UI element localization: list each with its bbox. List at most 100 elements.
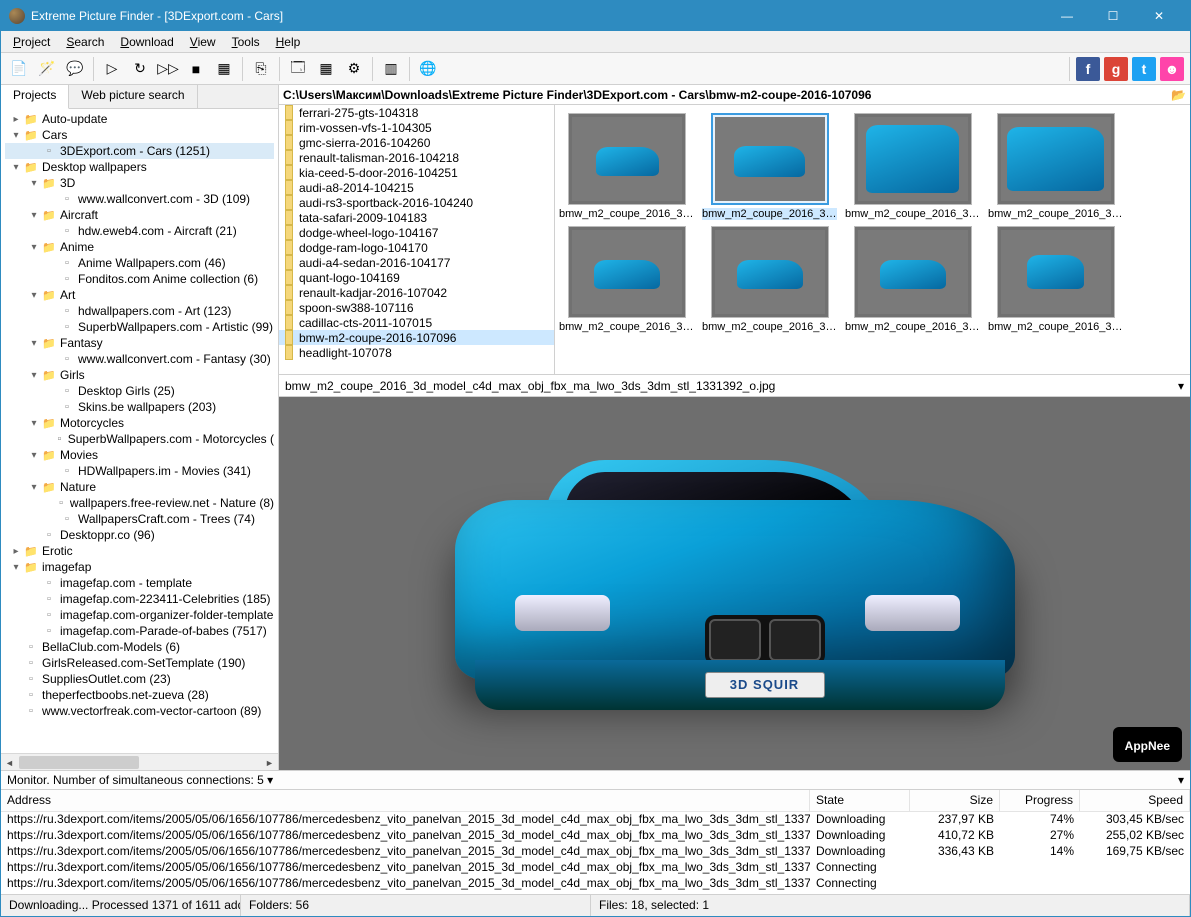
tree-item[interactable]: ▫www.vectorfreak.com-vector-cartoon (89) <box>5 703 274 719</box>
folder-item[interactable]: ferrari-275-gts-104318 <box>279 105 554 120</box>
tree-item[interactable]: ▾📁Desktop wallpapers <box>5 159 274 175</box>
project-tree[interactable]: ▸📁Auto-update▾📁Cars▫3DExport.com - Cars … <box>1 109 278 753</box>
play-button[interactable]: ▷ <box>100 57 124 81</box>
tree-item[interactable]: ▫HDWallpapers.im - Movies (341) <box>5 463 274 479</box>
tree-item[interactable]: ▫www.wallconvert.com - 3D (109) <box>5 191 274 207</box>
menu-view[interactable]: View <box>184 33 222 51</box>
tree-item[interactable]: ▾📁imagefap <box>5 559 274 575</box>
folder-item[interactable]: audi-a8-2014-104215 <box>279 180 554 195</box>
chevron-down-icon[interactable]: ▾ <box>1178 773 1184 787</box>
tree-item[interactable]: ▫hdw.eweb4.com - Aircraft (21) <box>5 223 274 239</box>
folder-item[interactable]: kia-ceed-5-door-2016-104251 <box>279 165 554 180</box>
close-button[interactable]: ✕ <box>1136 1 1182 31</box>
folder-item[interactable]: dodge-wheel-logo-104167 <box>279 225 554 240</box>
tree-item[interactable]: ▾📁Nature <box>5 479 274 495</box>
folder-item[interactable]: gmc-sierra-2016-104260 <box>279 135 554 150</box>
tree-item[interactable]: ▫wallpapers.free-review.net - Nature (8) <box>5 495 274 511</box>
tree-item[interactable]: ▫SuperbWallpapers.com - Artistic (99) <box>5 319 274 335</box>
thumbnail[interactable]: bmw_m2_coupe_2016_3d... <box>559 226 694 333</box>
thumbnail[interactable]: bmw_m2_coupe_2016_3d... <box>988 226 1123 333</box>
globe-button[interactable]: 🌐 <box>416 57 440 81</box>
tree-item[interactable]: ▫imagefap.com-organizer-folder-template <box>5 607 274 623</box>
folder-item[interactable]: renault-talisman-2016-104218 <box>279 150 554 165</box>
tree-item[interactable]: ▫www.wallconvert.com - Fantasy (30) <box>5 351 274 367</box>
thumbnail[interactable]: bmw_m2_coupe_2016_3d... <box>845 226 980 333</box>
twisty-icon[interactable]: ▾ <box>27 450 41 461</box>
monitor-bar[interactable]: Monitor. Number of simultaneous connecti… <box>1 770 1190 790</box>
reload-button[interactable]: ↻ <box>128 57 152 81</box>
thumbnail[interactable]: bmw_m2_coupe_2016_3d... <box>845 113 980 220</box>
menu-search[interactable]: Search <box>60 33 110 51</box>
twisty-icon[interactable]: ▸ <box>9 546 23 557</box>
settings-button[interactable]: ⚙ <box>342 57 366 81</box>
tree-item[interactable]: ▾📁Aircraft <box>5 207 274 223</box>
twisty-icon[interactable]: ▾ <box>27 338 41 349</box>
new-project-button[interactable]: 📄 <box>7 57 31 81</box>
tree-item[interactable]: ▾📁Movies <box>5 447 274 463</box>
face-icon[interactable]: ☻ <box>1160 57 1184 81</box>
thumbnail[interactable]: bmw_m2_coupe_2016_3d... <box>702 226 837 333</box>
open-folder-icon[interactable]: 📂 <box>1171 88 1186 102</box>
tree-item[interactable]: ▾📁Girls <box>5 367 274 383</box>
folder-item[interactable]: audi-rs3-sportback-2016-104240 <box>279 195 554 210</box>
folder-item[interactable]: audi-a4-sedan-2016-104177 <box>279 255 554 270</box>
folder-item[interactable]: renault-kadjar-2016-107042 <box>279 285 554 300</box>
download-row[interactable]: https://ru.3dexport.com/items/2005/05/06… <box>1 828 1190 844</box>
tree-item[interactable]: ▫SuppliesOutlet.com (23) <box>5 671 274 687</box>
chevron-down-icon[interactable]: ▾ <box>1178 379 1184 393</box>
tree-item[interactable]: ▾📁3D <box>5 175 274 191</box>
folder-item[interactable]: quant-logo-104169 <box>279 270 554 285</box>
grid-button[interactable]: ▥ <box>379 57 403 81</box>
menu-tools[interactable]: Tools <box>226 33 266 51</box>
menu-help[interactable]: Help <box>270 33 307 51</box>
new-window-button[interactable]: 🗔 <box>286 57 310 81</box>
tree-item[interactable]: ▫hdwallpapers.com - Art (123) <box>5 303 274 319</box>
folder-item[interactable]: dodge-ram-logo-104170 <box>279 240 554 255</box>
tree-item[interactable]: ▫imagefap.com - template <box>5 575 274 591</box>
twitter-icon[interactable]: t <box>1132 57 1156 81</box>
tree-item[interactable]: ▫Anime Wallpapers.com (46) <box>5 255 274 271</box>
tree-item[interactable]: ▫Fonditos.com Anime collection (6) <box>5 271 274 287</box>
preview-filename-bar[interactable]: bmw_m2_coupe_2016_3d_model_c4d_max_obj_f… <box>279 375 1190 397</box>
stop-button[interactable]: ■ <box>184 57 208 81</box>
twisty-icon[interactable]: ▾ <box>27 242 41 253</box>
copy-button[interactable]: ⎘ <box>249 57 273 81</box>
folder-item[interactable]: headlight-107078 <box>279 345 554 360</box>
download-row[interactable]: https://ru.3dexport.com/items/2005/05/06… <box>1 860 1190 876</box>
google-icon[interactable]: g <box>1104 57 1128 81</box>
tree-item[interactable]: ▾📁Motorcycles <box>5 415 274 431</box>
tree-item[interactable]: ▫imagefap.com-223411-Celebrities (185) <box>5 591 274 607</box>
tree-item[interactable]: ▫GirlsReleased.com-SetTemplate (190) <box>5 655 274 671</box>
minimize-button[interactable]: — <box>1044 1 1090 31</box>
tree-item[interactable]: ▾📁Fantasy <box>5 335 274 351</box>
tab-projects[interactable]: Projects <box>1 85 69 109</box>
twisty-icon[interactable]: ▾ <box>27 418 41 429</box>
thumbnail-grid[interactable]: bmw_m2_coupe_2016_3d...bmw_m2_coupe_2016… <box>555 105 1190 374</box>
subfolder-list[interactable]: ferrari-275-gts-104318rim-vossen-vfs-1-1… <box>279 105 555 374</box>
maximize-button[interactable]: ☐ <box>1090 1 1136 31</box>
tree-item[interactable]: ▸📁Erotic <box>5 543 274 559</box>
tree-item[interactable]: ▫3DExport.com - Cars (1251) <box>5 143 274 159</box>
folder-item[interactable]: spoon-sw388-107116 <box>279 300 554 315</box>
thumbnail[interactable]: bmw_m2_coupe_2016_3d... <box>559 113 694 220</box>
folder-item[interactable]: rim-vossen-vfs-1-104305 <box>279 120 554 135</box>
tree-item[interactable]: ▫imagefap.com-Parade-of-babes (7517) <box>5 623 274 639</box>
twisty-icon[interactable]: ▾ <box>9 562 23 573</box>
tree-item[interactable]: ▫BellaClub.com-Models (6) <box>5 639 274 655</box>
tree-item[interactable]: ▾📁Cars <box>5 127 274 143</box>
tree-item[interactable]: ▾📁Anime <box>5 239 274 255</box>
folder-item[interactable]: cadillac-cts-2011-107015 <box>279 315 554 330</box>
tree-item[interactable]: ▫Desktop Girls (25) <box>5 383 274 399</box>
thumbnail[interactable]: bmw_m2_coupe_2016_3d... <box>702 113 837 220</box>
twisty-icon[interactable]: ▾ <box>9 162 23 173</box>
folder-item[interactable]: bmw-m2-coupe-2016-107096 <box>279 330 554 345</box>
tree-item[interactable]: ▾📁Art <box>5 287 274 303</box>
download-row[interactable]: https://ru.3dexport.com/items/2005/05/06… <box>1 844 1190 860</box>
menu-download[interactable]: Download <box>114 33 179 51</box>
tree-item[interactable]: ▸📁Auto-update <box>5 111 274 127</box>
twisty-icon[interactable]: ▾ <box>27 482 41 493</box>
tab-web-picture-search[interactable]: Web picture search <box>69 85 197 108</box>
stop-all-button[interactable]: ▦ <box>212 57 236 81</box>
skip-button[interactable]: ▷▷ <box>156 57 180 81</box>
twisty-icon[interactable]: ▾ <box>27 178 41 189</box>
